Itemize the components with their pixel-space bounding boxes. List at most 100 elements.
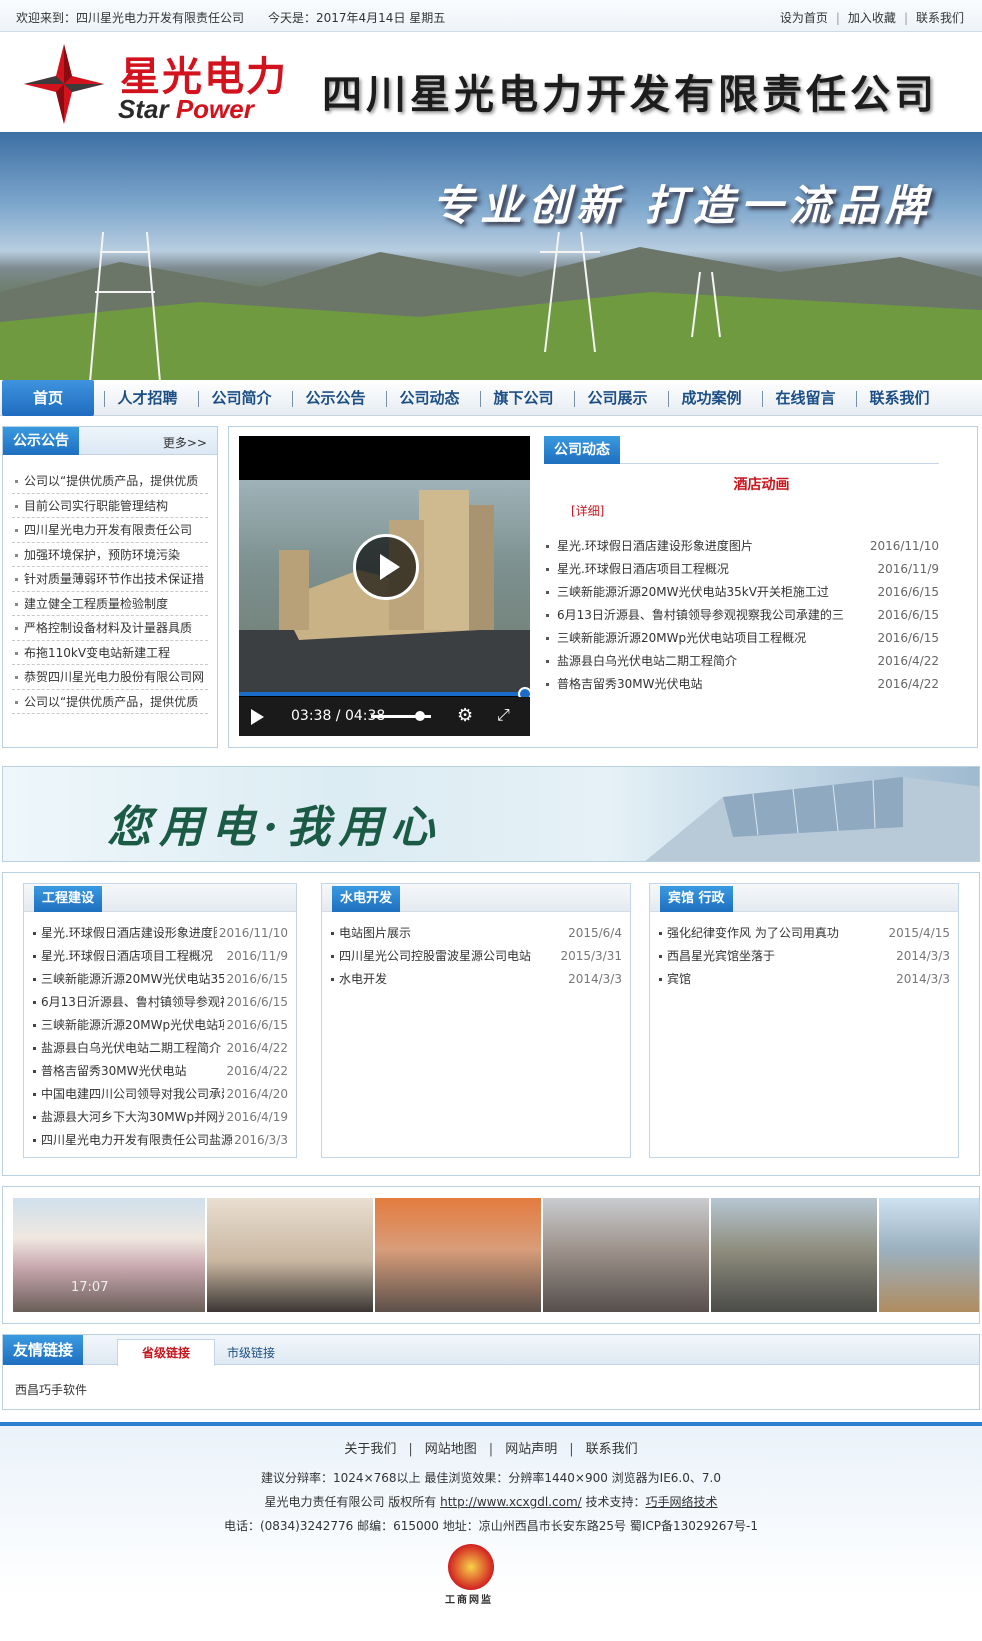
logo-english-text: Star Power xyxy=(118,94,254,124)
notice-item[interactable]: 四川星光电力开发有限责任公司 xyxy=(12,518,208,543)
media-news-panel: 03:38 / 04:38 ⚙ ⤢ 公司动态 酒店动画 [详细] 星光.环球假日… xyxy=(228,426,978,748)
list-item[interactable]: 星光.环球假日酒店建设形象进度图片 2016/11/10 xyxy=(32,922,288,945)
star-power-logo-icon[interactable] xyxy=(24,44,104,124)
nav-divider xyxy=(198,390,200,407)
news-item[interactable]: 三峡新能源沂源20MW光伏电站35kV开关柜施工过 2016/6/15 xyxy=(544,581,939,604)
list-item[interactable]: 水电开发 2014/3/3 xyxy=(330,968,622,991)
list-item[interactable]: 盐源县大河乡下大沟30MWp并网光伏发 2016/4/19 xyxy=(32,1106,288,1129)
play-overlay-icon[interactable] xyxy=(353,534,419,600)
footer-site-url[interactable]: http://www.xcxgdl.com/ xyxy=(440,1495,582,1509)
list-item[interactable]: 四川星光公司控股雷波星源公司电站 2015/3/31 xyxy=(330,945,622,968)
news-item[interactable]: 普格吉留秀30MW光伏电站 2016/4/22 xyxy=(544,673,939,696)
company-news: 公司动态 酒店动画 [详细] 星光.环球假日酒店建设形象进度图片 2016/11/… xyxy=(544,436,939,696)
video-player[interactable]: 03:38 / 04:38 ⚙ ⤢ xyxy=(239,436,530,736)
nav-item-cases[interactable]: 成功案例 xyxy=(658,380,752,416)
nav-divider xyxy=(762,390,764,407)
tab-provincial-links[interactable]: 省级链接 xyxy=(117,1339,215,1366)
notice-more-link[interactable]: 更多>> xyxy=(163,434,207,451)
business-supervision-badge-icon[interactable] xyxy=(448,1544,494,1590)
notice-panel: 公示公告 更多>> 公司以“提供优质产品，提供优质 目前公司实行职能管理结构 四… xyxy=(2,426,218,748)
quick-links: 设为首页 | 加入收藏 | 联系我们 xyxy=(779,11,964,25)
notice-item[interactable]: 目前公司实行职能管理结构 xyxy=(12,494,208,518)
gallery-photo[interactable] xyxy=(207,1198,373,1312)
slogan-banner: 您用电·我用心 xyxy=(2,766,980,862)
nav-item-notices[interactable]: 公示公告 xyxy=(282,380,376,416)
notice-item[interactable]: 公司以“提供优质产品，提供优质 xyxy=(12,690,208,714)
engineering-column: 工程建设 星光.环球假日酒店建设形象进度图片 2016/11/10 星光.环球假日… xyxy=(23,883,297,1158)
notice-item[interactable]: 布拖110kV变电站新建工程 xyxy=(12,641,208,665)
news-item[interactable]: 6月13日沂源县、鲁村镇领导参观视察我公司承建的三 2016/6/15 xyxy=(544,604,939,627)
news-item[interactable]: 星光.环球假日酒店项目工程概况 2016/11/9 xyxy=(544,558,939,581)
footer-link-about[interactable]: 关于我们 xyxy=(344,1442,396,1457)
list-item[interactable]: 电站图片展示 2015/6/4 xyxy=(330,922,622,945)
notice-title: 公示公告 xyxy=(3,427,79,455)
news-title: 公司动态 xyxy=(544,436,620,464)
company-title: 四川星光电力开发有限责任公司 xyxy=(322,71,938,118)
nav-item-home[interactable]: 首页 xyxy=(2,380,94,416)
list-item[interactable]: 强化纪律变作风 为了公司用真功 2015/4/15 xyxy=(658,922,950,945)
list-item[interactable]: 三峡新能源沂源20MW光伏电站35kV开 2016/6/15 xyxy=(32,968,288,991)
list-item[interactable]: 星光.环球假日酒店项目工程概况 2016/11/9 xyxy=(32,945,288,968)
notice-item[interactable]: 严格控制设备材料及计量器具质 xyxy=(12,616,208,641)
feature-detail-link[interactable]: [详细] xyxy=(571,502,939,519)
nav-divider xyxy=(104,390,106,407)
notice-item[interactable]: 公司以“提供优质产品，提供优质 xyxy=(12,469,208,494)
mountain-landscape-image xyxy=(0,232,982,380)
news-header: 公司动态 xyxy=(544,436,939,464)
play-icon[interactable] xyxy=(251,709,264,725)
tab-city-links[interactable]: 市级链接 xyxy=(227,1344,275,1361)
nav-item-recruitment[interactable]: 人才招聘 xyxy=(94,380,188,416)
gallery-photo[interactable] xyxy=(711,1198,877,1312)
feature-title[interactable]: 酒店动画 xyxy=(544,474,939,494)
category-columns: 工程建设 星光.环球假日酒店建设形象进度图片 2016/11/10 星光.环球假日… xyxy=(2,872,980,1176)
list-item[interactable]: 四川星光电力开发有限责任公司盐源县 2016/3/3 xyxy=(32,1129,288,1152)
gallery-photo[interactable] xyxy=(375,1198,541,1312)
list-item[interactable]: 宾馆 2014/3/3 xyxy=(658,968,950,991)
nav-item-contact[interactable]: 联系我们 xyxy=(846,380,940,416)
list-item[interactable]: 6月13日沂源县、鲁村镇领导参观视察 2016/6/15 xyxy=(32,991,288,1014)
footer-tech-support-link[interactable]: 巧手网络技术 xyxy=(646,1495,718,1509)
engineering-header: 工程建设 xyxy=(24,884,296,912)
banner-slogan: 专业创新 打造一流品牌 xyxy=(432,181,933,230)
list-item[interactable]: 西昌星光宾馆坐落于 2014/3/3 xyxy=(658,945,950,968)
fullscreen-icon[interactable]: ⤢ xyxy=(497,705,510,725)
list-item[interactable]: 中国电建四川公司领导对我公司承建盐 2016/4/20 xyxy=(32,1083,288,1106)
footer-link-contact[interactable]: 联系我们 xyxy=(586,1442,638,1457)
hotel-header: 宾馆 行政 xyxy=(650,884,958,912)
hydro-column: 水电开发 电站图片展示 2015/6/4 四川星光公司控股雷波星源公司电站 2015… xyxy=(321,883,631,1158)
notice-item[interactable]: 加强环境保护，预防环境污染 xyxy=(12,543,208,567)
gallery-photo[interactable]: 17:07 xyxy=(13,1198,205,1312)
video-progress-bar[interactable] xyxy=(239,692,530,696)
add-favorite-link[interactable]: 加入收藏 xyxy=(848,11,896,25)
nav-item-about[interactable]: 公司简介 xyxy=(188,380,282,416)
list-item[interactable]: 三峡新能源沂源20MWp光伏电站项目工 2016/6/15 xyxy=(32,1014,288,1037)
footer-link-statement[interactable]: 网站声明 xyxy=(505,1442,557,1457)
footer-nav: 关于我们 | 网站地图 | 网站声明 | 联系我们 xyxy=(344,1442,638,1457)
list-item[interactable]: 盐源县白乌光伏电站二期工程简介 2016/4/22 xyxy=(32,1037,288,1060)
set-homepage-link[interactable]: 设为首页 xyxy=(780,11,828,25)
gallery-photo[interactable] xyxy=(543,1198,709,1312)
notice-item[interactable]: 建立健全工程质量检验制度 xyxy=(12,592,208,616)
volume-slider[interactable] xyxy=(371,711,431,721)
hydro-header: 水电开发 xyxy=(322,884,630,912)
footer-link-sitemap[interactable]: 网站地图 xyxy=(425,1442,477,1457)
news-item[interactable]: 盐源县白乌光伏电站二期工程简介 2016/4/22 xyxy=(544,650,939,673)
gear-icon[interactable]: ⚙ xyxy=(457,705,473,726)
contact-link[interactable]: 联系我们 xyxy=(916,11,964,25)
nav-item-subsidiaries[interactable]: 旗下公司 xyxy=(470,380,564,416)
footer-copyright: 星光电力责任有限公司 版权所有 http://www.xcxgdl.com/ 技… xyxy=(264,1495,718,1509)
nav-item-messages[interactable]: 在线留言 xyxy=(752,380,846,416)
notice-item[interactable]: 恭贺四川星光电力股份有限公司网 xyxy=(12,665,208,690)
list-item[interactable]: 普格吉留秀30MW光伏电站 2016/4/22 xyxy=(32,1060,288,1083)
notice-item[interactable]: 针对质量薄弱环节作出技术保证措 xyxy=(12,567,208,592)
news-item[interactable]: 三峡新能源沂源20MWp光伏电站项目工程概况 2016/6/15 xyxy=(544,627,939,650)
gallery-photo[interactable] xyxy=(879,1198,979,1312)
news-item[interactable]: 星光.环球假日酒店建设形象进度图片 2016/11/10 xyxy=(544,535,939,558)
nav-item-news[interactable]: 公司动态 xyxy=(376,380,470,416)
friend-links-title: 友情链接 xyxy=(3,1335,84,1365)
nav-item-showcase[interactable]: 公司展示 xyxy=(564,380,658,416)
nav-divider xyxy=(668,390,670,407)
footer-contact-info: 电话：(0834)3242776 邮编：615000 地址：凉山州西昌市长安东路… xyxy=(223,1519,759,1533)
site-header: 星光电力 Star Power 四川星光电力开发有限责任公司 xyxy=(0,32,982,132)
friend-link-item[interactable]: 西昌巧手软件 xyxy=(15,1381,87,1398)
